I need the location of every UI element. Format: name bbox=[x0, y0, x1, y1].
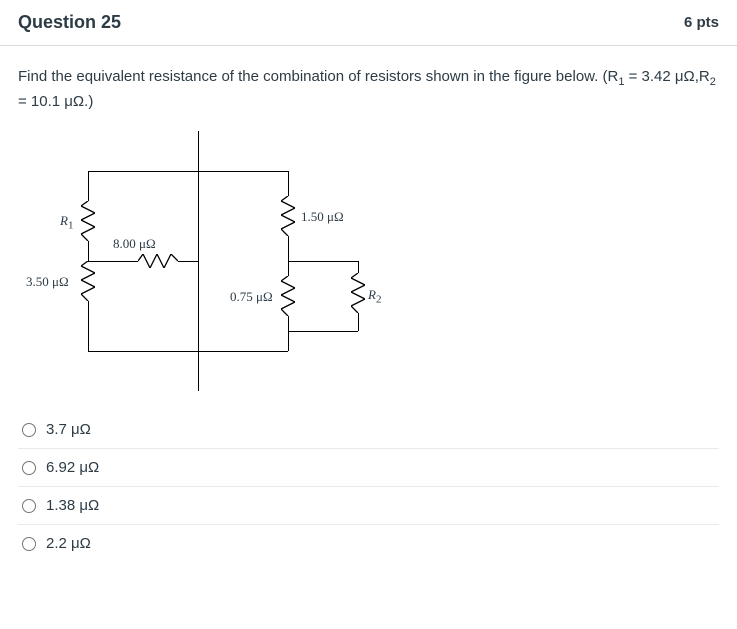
option-row[interactable]: 1.38 μΩ bbox=[18, 487, 719, 525]
label-800: 8.00 μΩ bbox=[113, 236, 156, 252]
option-radio[interactable] bbox=[22, 423, 36, 437]
resistor-350 bbox=[81, 261, 95, 301]
resistor-075 bbox=[281, 276, 295, 316]
prompt-part: Find the equivalent resistance of the co… bbox=[18, 68, 618, 85]
label-r2: R2 bbox=[368, 287, 381, 306]
question-points: 6 pts bbox=[684, 14, 719, 31]
resistor-150 bbox=[281, 196, 295, 236]
label-075: 0.75 μΩ bbox=[230, 289, 273, 305]
option-row[interactable]: 3.7 μΩ bbox=[18, 411, 719, 449]
answer-options: 3.7 μΩ 6.92 μΩ 1.38 μΩ 2.2 μΩ bbox=[18, 411, 719, 562]
option-radio[interactable] bbox=[22, 461, 36, 475]
prompt-sub: 2 bbox=[710, 76, 716, 88]
circuit-figure: R1 3.50 μΩ 8.00 μΩ 0.75 μΩ 1.50 μΩ R2 bbox=[18, 131, 388, 391]
prompt-part: = 3.42 μΩ,R bbox=[624, 68, 709, 85]
question-prompt: Find the equivalent resistance of the co… bbox=[18, 66, 719, 113]
option-label[interactable]: 1.38 μΩ bbox=[46, 497, 99, 514]
question-header: Question 25 6 pts bbox=[0, 0, 737, 46]
option-row[interactable]: 6.92 μΩ bbox=[18, 449, 719, 487]
option-label[interactable]: 3.7 μΩ bbox=[46, 421, 91, 438]
option-radio[interactable] bbox=[22, 537, 36, 551]
label-350: 3.50 μΩ bbox=[26, 274, 69, 290]
option-label[interactable]: 2.2 μΩ bbox=[46, 535, 91, 552]
resistor-r1 bbox=[81, 201, 95, 241]
option-row[interactable]: 2.2 μΩ bbox=[18, 525, 719, 562]
label-150: 1.50 μΩ bbox=[301, 209, 344, 225]
question-body: Find the equivalent resistance of the co… bbox=[0, 46, 737, 562]
label-r1: R1 bbox=[60, 213, 73, 232]
question-title: Question 25 bbox=[18, 12, 121, 33]
option-radio[interactable] bbox=[22, 499, 36, 513]
resistor-800 bbox=[138, 254, 178, 268]
prompt-part: = 10.1 μΩ.) bbox=[18, 93, 93, 110]
option-label[interactable]: 6.92 μΩ bbox=[46, 459, 99, 476]
resistor-r2 bbox=[351, 273, 365, 313]
